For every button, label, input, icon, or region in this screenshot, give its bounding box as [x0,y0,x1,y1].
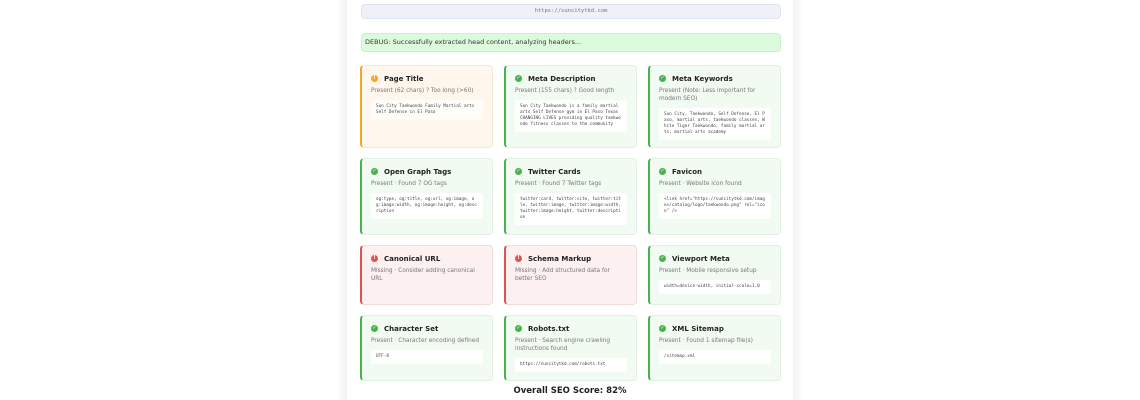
check-card-meta-description: ✓ Meta Description Present (155 chars) ? … [504,65,637,148]
check-icon: ✓ [659,325,666,332]
check-card-twitter-cards: ✓ Twitter Cards Present · Found 7 Twitter… [504,158,637,235]
check-card-character-set: ✓ Character Set Present · Character encod… [360,315,493,381]
warning-icon: ! [371,75,378,82]
check-icon: ✓ [371,325,378,332]
card-title: Canonical URL [384,254,441,263]
panel-shadow-left [337,0,347,400]
seo-checks-grid: ! Page Title Present (62 chars) ? Too lon… [360,65,782,381]
check-icon: ✓ [515,168,522,175]
card-code: Sun City Taekwondo is a family martial a… [515,100,627,132]
card-title: Character Set [384,324,439,333]
analyzed-url: https://suncitytkd.com [361,4,781,19]
card-title: Open Graph Tags [384,167,452,176]
check-icon: ✓ [371,168,378,175]
card-code: <link href="https://suncitytkd.com/image… [659,193,771,219]
panel-shadow-right [793,0,803,400]
check-card-meta-keywords: ✓ Meta Keywords Present (Note: Less impor… [648,65,781,148]
card-title: XML Sitemap [672,324,724,333]
card-status: Present · Mobile responsive setup [659,268,757,274]
card-code: width=device-width, initial-scale=1.0 [659,280,771,294]
card-title: Viewport Meta [672,254,730,263]
check-card-robots-txt: ✓ Robots.txt Present · Search engine craw… [504,315,637,381]
check-card-favicon: ✓ Favicon Present · Website icon found <l… [648,158,781,235]
card-status: Present · Website icon found [659,181,742,187]
card-status: Missing · Add structured data for better… [515,268,610,282]
card-status: Present (155 chars) ? Good length [515,88,615,94]
card-code: Sun City Taekwondo Family Martial arts S… [371,100,483,120]
check-card-xml-sitemap: ✓ XML Sitemap Present · Found 1 sitemap f… [648,315,781,381]
card-title: Favicon [672,167,702,176]
card-title: Page Title [384,74,424,83]
error-icon: ! [515,255,522,262]
card-status: Present · Character encoding defined [371,338,480,344]
card-code: UTF-8 [371,350,483,364]
card-status: Present (Note: Less important for modern… [659,88,756,102]
check-card-page-title: ! Page Title Present (62 chars) ? Too lon… [360,65,493,148]
check-card-open-graph: ✓ Open Graph Tags Present · Found 7 OG ta… [360,158,493,235]
card-title: Meta Description [528,74,596,83]
check-icon: ✓ [659,168,666,175]
card-title: Robots.txt [528,324,570,333]
card-status: Present · Found 1 sitemap file(s) [659,338,753,344]
error-icon: ! [371,255,378,262]
card-status: Present (62 chars) ? Too long (>60) [371,88,474,94]
check-card-schema-markup: ! Schema Markup Missing · Add structured … [504,245,637,305]
card-code: Sun City, Taekwondo, Self Defense, El Pa… [659,108,771,140]
check-icon: ✓ [515,325,522,332]
check-card-viewport-meta: ✓ Viewport Meta Present · Mobile responsi… [648,245,781,305]
check-card-canonical-url: ! Canonical URL Missing · Consider adding… [360,245,493,305]
card-code: /sitemap.xml [659,350,771,364]
card-status: Present · Search engine crawling instruc… [515,338,611,352]
check-icon: ✓ [659,75,666,82]
card-code: og:type, og:title, og:url, og:image, og:… [371,193,483,219]
card-title: Meta Keywords [672,74,733,83]
card-status: Missing · Consider adding canonical URL [371,268,475,282]
card-status: Present · Found 7 Twitter tags [515,181,602,187]
card-code: twitter:card, twitter:site, twitter:titl… [515,193,627,225]
card-title: Schema Markup [528,254,592,263]
overall-seo-score: Overall SEO Score: 82% [513,386,627,396]
debug-message: DEBUG: Successfully extracted head conte… [361,33,781,52]
check-icon: ✓ [515,75,522,82]
check-icon: ✓ [659,255,666,262]
card-title: Twitter Cards [528,167,581,176]
card-code: https://suncitytkd.com/robots.txt [515,358,627,372]
card-status: Present · Found 7 OG tags [371,181,447,187]
